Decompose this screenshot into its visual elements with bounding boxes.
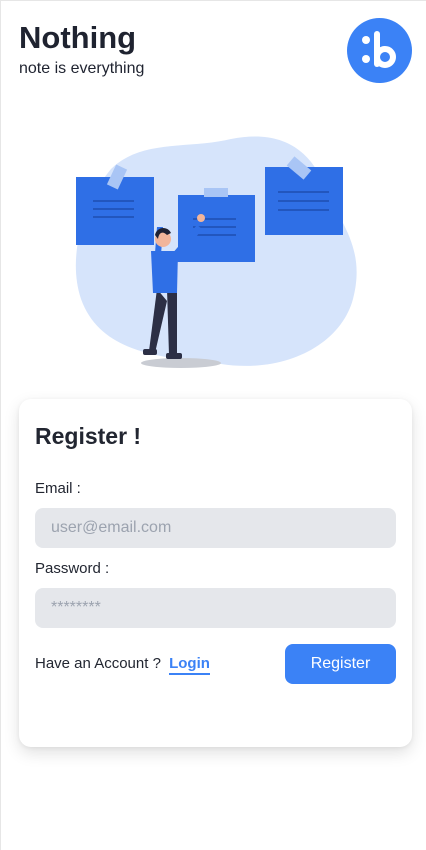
- login-link[interactable]: Login: [169, 655, 210, 675]
- notes-illustration: [71, 129, 361, 374]
- app-subtitle: note is everything: [19, 60, 145, 77]
- email-field[interactable]: [35, 508, 396, 548]
- have-account-text: Have an Account ?: [35, 655, 161, 672]
- register-title: Register !: [35, 423, 142, 449]
- app-header: Nothing note is everything: [19, 21, 144, 79]
- app-logo-icon[interactable]: [347, 18, 412, 83]
- email-label: Email :: [35, 480, 81, 497]
- have-account-row: Have an Account ? Login: [35, 655, 210, 675]
- register-button[interactable]: Register: [285, 644, 396, 684]
- password-field[interactable]: [35, 588, 396, 628]
- app-title: Nothing: [19, 20, 137, 55]
- password-label: Password :: [35, 560, 110, 577]
- register-card: Register ! Email : Password : Have an Ac…: [19, 399, 412, 747]
